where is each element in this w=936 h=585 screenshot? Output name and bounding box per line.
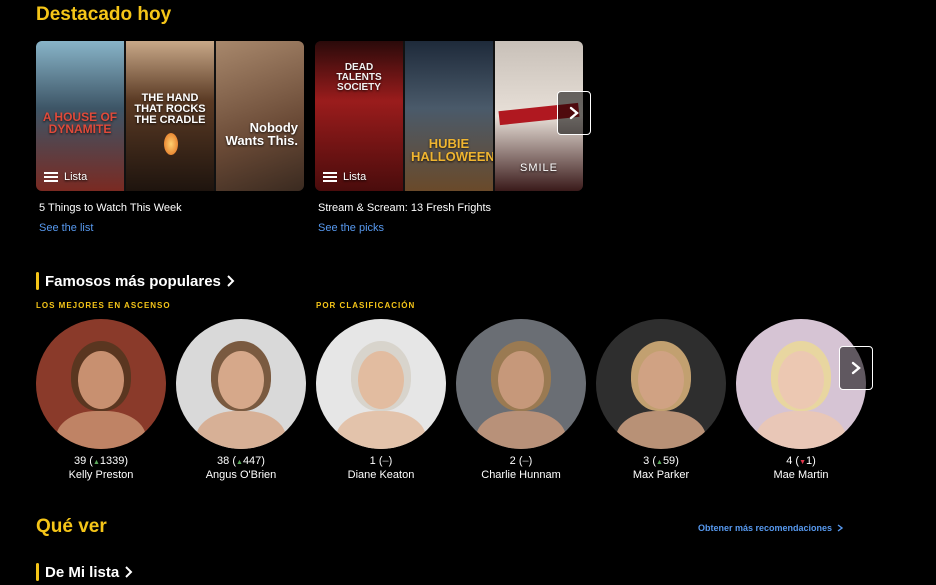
rising-label: LOS MEJORES EN ASCENSO xyxy=(36,301,171,310)
list-icon xyxy=(323,172,337,182)
accent-bar xyxy=(36,272,39,290)
chevron-right-icon xyxy=(125,566,133,578)
trend-up-icon: ▲ xyxy=(656,459,663,466)
poster-nobody-wants-this: Nobody Wants This. xyxy=(216,41,304,191)
celebrity-card[interactable]: 38 (▲447) Angus O'Brien xyxy=(176,319,306,481)
featured-card-2-posters[interactable]: DEAD TALENTS SOCIETY HUBIE HALLOWEEN SMI… xyxy=(315,41,583,191)
see-the-picks-link[interactable]: See the picks xyxy=(315,222,583,234)
celebrity-rank: 38 (▲447) xyxy=(217,455,265,467)
featured-title: Destacado hoy xyxy=(36,4,172,25)
famosos-title[interactable]: Famosos más populares xyxy=(36,272,237,290)
trend-up-icon: ▲ xyxy=(236,459,243,466)
celebrity-name[interactable]: Mae Martin xyxy=(736,469,866,481)
celebrity-name[interactable]: Diane Keaton xyxy=(316,469,446,481)
celebrity-name[interactable]: Angus O'Brien xyxy=(176,469,306,481)
accent-bar xyxy=(36,563,39,581)
celebrity-card[interactable]: 1 (–) Diane Keaton xyxy=(316,319,446,481)
celebrity-photo[interactable] xyxy=(596,319,726,449)
more-recommendations-link[interactable]: Obtener más recomendaciones xyxy=(698,523,844,533)
featured-next-button[interactable] xyxy=(557,91,591,135)
lista-badge: Lista xyxy=(323,171,366,183)
ranking-label: POR CLASIFICACIÓN xyxy=(316,301,416,310)
celebrity-photo[interactable] xyxy=(456,319,586,449)
celebrity-name[interactable]: Max Parker xyxy=(596,469,726,481)
celebrity-rank: 1 (–) xyxy=(369,455,393,467)
celebrity-rank: 39 (▲1339) xyxy=(73,455,129,467)
lista-badge: Lista xyxy=(44,171,87,183)
celebrity-photo[interactable] xyxy=(176,319,306,449)
celebrity-photo[interactable] xyxy=(36,319,166,449)
see-the-list-link[interactable]: See the list xyxy=(36,222,304,234)
featured-card-1-posters[interactable]: A HOUSE OF DYNAMITE THE HAND THAT ROCKS … xyxy=(36,41,304,191)
celebrity-rank: 3 (▲59) xyxy=(643,455,679,467)
poster-house-of-dynamite: A HOUSE OF DYNAMITE xyxy=(36,41,124,191)
celebrity-rank: 4 (▼1) xyxy=(786,455,816,467)
chevron-right-icon xyxy=(837,524,844,532)
list-icon xyxy=(44,172,58,182)
poster-hubie-halloween: HUBIE HALLOWEEN xyxy=(405,41,493,191)
celebrity-name[interactable]: Kelly Preston xyxy=(36,469,166,481)
chevron-right-icon xyxy=(569,106,579,120)
celebrity-card[interactable]: 2 (–) Charlie Hunnam xyxy=(456,319,586,481)
my-list-title[interactable]: De Mi lista xyxy=(36,563,135,581)
chevron-right-icon xyxy=(227,275,235,287)
celebrity-photo[interactable] xyxy=(316,319,446,449)
featured-card-2-caption[interactable]: Stream & Scream: 13 Fresh Frights xyxy=(315,202,583,214)
celebrity-rank: 2 (–) xyxy=(509,455,533,467)
featured-card-1[interactable]: A HOUSE OF DYNAMITE THE HAND THAT ROCKS … xyxy=(36,41,304,234)
featured-card-1-caption[interactable]: 5 Things to Watch This Week xyxy=(36,202,304,214)
what-to-watch-title: Qué ver xyxy=(36,516,107,537)
famosos-next-button[interactable] xyxy=(839,346,873,390)
poster-hand-that-rocks: THE HAND THAT ROCKS THE CRADLE xyxy=(126,41,214,191)
poster-dead-talents-society: DEAD TALENTS SOCIETY xyxy=(315,41,403,191)
featured-card-2[interactable]: DEAD TALENTS SOCIETY HUBIE HALLOWEEN SMI… xyxy=(315,41,583,234)
trend-down-icon: ▼ xyxy=(799,459,806,466)
trend-up-icon: ▲ xyxy=(92,459,100,466)
celebrity-card[interactable]: 3 (▲59) Max Parker xyxy=(596,319,726,481)
celebrity-card[interactable]: 4 (▼1) Mae Martin xyxy=(736,319,866,481)
celebrity-name[interactable]: Charlie Hunnam xyxy=(456,469,586,481)
celebrity-card[interactable]: 39 (▲1339) Kelly Preston xyxy=(36,319,166,481)
chevron-right-icon xyxy=(851,361,861,375)
